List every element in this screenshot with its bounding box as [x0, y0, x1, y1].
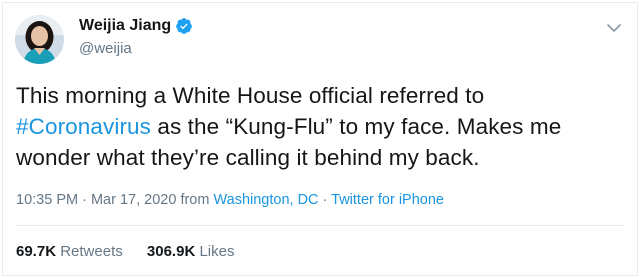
tweet-stats: 69.7K Retweets 306.9K Likes [16, 243, 254, 260]
likes-label: Likes [199, 243, 235, 260]
likes-stat[interactable]: 306.9K Likes [147, 243, 235, 260]
tweet-text: This morning a White House official refe… [16, 80, 626, 173]
retweets-label: Retweets [60, 243, 123, 260]
tweet-text-line-2-rest: as the “Kung-Flu” to my face. Makes me [151, 114, 562, 139]
from-label: from [176, 192, 214, 208]
meta-separator-2: · [318, 192, 332, 208]
chevron-down-icon[interactable] [605, 19, 623, 37]
likes-count: 306.9K [146, 243, 196, 260]
tweet-text-line-2: #Coronavirus as the “Kung-Flu” to my fac… [16, 111, 626, 142]
retweets-stat[interactable]: 69.7K Retweets [16, 243, 123, 260]
tweet-card: Weijia Jiang @weijia This morning a Whit… [2, 2, 638, 276]
author-name-row[interactable]: Weijia Jiang [79, 17, 193, 35]
tweet-text-line-1: This morning a White House official refe… [16, 83, 485, 108]
source-link[interactable]: Twitter for iPhone [331, 192, 444, 208]
retweets-count: 69.7K [16, 243, 57, 260]
location-link[interactable]: Washington, DC [213, 192, 318, 208]
avatar-photo [15, 15, 64, 64]
divider [16, 225, 624, 226]
hashtag-link[interactable]: #Coronavirus [16, 114, 151, 139]
tweet-metadata: 10:35 PM · Mar 17, 2020 from Washington,… [16, 192, 444, 208]
verified-badge-icon [176, 18, 193, 34]
meta-separator: · [78, 192, 91, 208]
author-handle[interactable]: @weijia [79, 40, 132, 57]
tweet-date[interactable]: Mar 17, 2020 [91, 192, 176, 208]
display-name[interactable]: Weijia Jiang [79, 17, 171, 35]
tweet-time[interactable]: 10:35 PM [16, 192, 78, 208]
tweet-text-line-3: wonder what they’re calling it behind my… [16, 145, 480, 170]
avatar[interactable] [15, 15, 64, 64]
